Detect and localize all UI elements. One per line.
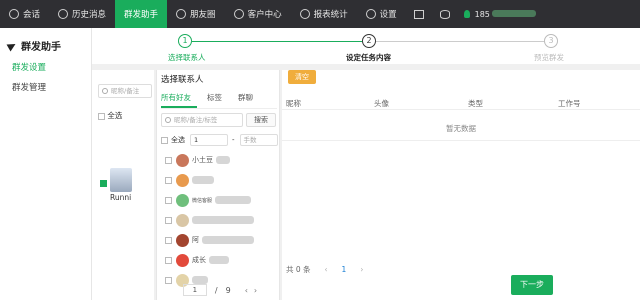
chooser-tabs: 所有好友 标签 群聊 bbox=[161, 92, 277, 109]
prev-page-icon[interactable]: ‹ bbox=[325, 265, 328, 274]
table-header: 昵称 头像 类型 工作号 bbox=[282, 96, 640, 110]
bar-chart-icon bbox=[299, 9, 310, 19]
top-nav: 会话 历史消息 群发助手 朋友圈 客户中心 报表统计 设置 185 bbox=[0, 0, 640, 28]
account-icon bbox=[463, 10, 470, 18]
step-line-todo bbox=[376, 41, 544, 42]
range-row: 全选 1 - 手数 bbox=[161, 134, 279, 146]
tab-group-chats[interactable]: 群聊 bbox=[238, 92, 259, 108]
gear-icon bbox=[365, 9, 376, 19]
avatar bbox=[110, 168, 132, 192]
list-item[interactable]: 微信客服 bbox=[165, 190, 277, 210]
nav-item-moments[interactable]: 朋友圈 bbox=[167, 0, 225, 28]
list-item[interactable] bbox=[165, 210, 277, 230]
avatar bbox=[176, 213, 189, 227]
nav-item-customers[interactable]: 客户中心 bbox=[225, 0, 291, 28]
nav-item-mass-send[interactable]: 群发助手 bbox=[115, 0, 168, 28]
next-page-icon[interactable]: › bbox=[360, 265, 363, 274]
step-2-circle: 2 bbox=[362, 34, 376, 48]
page-number[interactable]: 1 bbox=[342, 265, 347, 274]
nav-item-history[interactable]: 历史消息 bbox=[49, 0, 115, 28]
nav-item-reports[interactable]: 报表统计 bbox=[291, 0, 357, 28]
nav-item-chat[interactable]: 会话 bbox=[0, 0, 49, 28]
step-1-circle: 1 bbox=[178, 34, 192, 48]
avatar bbox=[176, 253, 189, 267]
step-3-circle: 3 bbox=[544, 34, 558, 48]
clear-button[interactable]: 清空 bbox=[288, 70, 316, 84]
sidebar-item-mass-settings[interactable]: 群发设置 bbox=[0, 53, 91, 73]
sidebar: 群发助手 群发设置 群发管理 bbox=[0, 28, 92, 300]
total-count: 共 0 条 bbox=[286, 265, 311, 274]
contact-list: 小土豆 微信客服 阿 成长 bbox=[165, 150, 277, 290]
next-page-icon[interactable]: › bbox=[254, 286, 257, 295]
main-area: 1 选择联系人 2 设定任务内容 3 预览群发 昵称/备注 全选 Runni 选… bbox=[92, 28, 640, 300]
group-search-input[interactable]: 昵称/备注 bbox=[98, 84, 152, 98]
list-item[interactable] bbox=[165, 170, 277, 190]
account-name[interactable]: 185 bbox=[475, 9, 536, 19]
list-item[interactable]: 小土豆 bbox=[165, 150, 277, 170]
step-2-label: 设定任务内容 bbox=[346, 53, 391, 62]
page-input[interactable]: 1 bbox=[182, 284, 207, 296]
sidebar-title: 群发助手 bbox=[0, 28, 91, 53]
step-1-label: 选择联系人 bbox=[168, 53, 206, 62]
chooser-pager: 1 / 9 ‹ › bbox=[161, 284, 279, 296]
database-icon[interactable] bbox=[439, 9, 450, 19]
avatar bbox=[176, 153, 189, 167]
range-from-input[interactable]: 1 bbox=[190, 134, 228, 146]
search-button[interactable]: 搜索 bbox=[246, 113, 276, 127]
list-item[interactable]: 成长 bbox=[165, 250, 277, 270]
table-pager: 共 0 条 ‹ 1 › bbox=[286, 264, 363, 275]
tab-all-friends[interactable]: 所有好友 bbox=[161, 92, 197, 108]
select-all-checkbox[interactable] bbox=[161, 136, 168, 144]
sidebar-item-mass-management[interactable]: 群发管理 bbox=[0, 73, 91, 93]
avatar bbox=[176, 193, 189, 207]
nav-item-settings[interactable]: 设置 bbox=[357, 0, 406, 28]
step-line-done bbox=[192, 41, 362, 42]
search-icon bbox=[102, 88, 108, 94]
user-icon bbox=[233, 9, 244, 19]
select-all-checkbox[interactable] bbox=[98, 112, 105, 120]
group-select-all[interactable]: 全选 bbox=[98, 110, 122, 121]
search-icon bbox=[165, 117, 171, 123]
list-item[interactable]: 阿 bbox=[165, 230, 277, 250]
step-3-label: 预览群发 bbox=[534, 53, 564, 62]
book-icon[interactable] bbox=[413, 9, 424, 19]
contact-chooser: 选择联系人 所有好友 标签 群聊 昵称/备注/标签 搜索 全选 1 - 手数 小… bbox=[156, 70, 280, 300]
tab-tags[interactable]: 标签 bbox=[207, 92, 228, 108]
chat-icon bbox=[9, 9, 19, 19]
range-to-input[interactable]: 手数 bbox=[239, 134, 278, 146]
group-checkbox[interactable] bbox=[100, 180, 107, 187]
chooser-title: 选择联系人 bbox=[161, 75, 204, 85]
next-step-button[interactable]: 下一步 bbox=[511, 275, 553, 295]
avatar bbox=[176, 233, 189, 247]
contact-search-input[interactable]: 昵称/备注/标签 bbox=[161, 113, 243, 127]
group-name: Runni bbox=[110, 193, 132, 202]
step-progress: 1 选择联系人 2 设定任务内容 3 预览群发 bbox=[92, 28, 640, 64]
prev-page-icon[interactable]: ‹ bbox=[245, 286, 248, 295]
empty-state: 暂无数据 bbox=[446, 124, 476, 133]
divider bbox=[282, 140, 640, 141]
clock-icon bbox=[58, 9, 69, 19]
paper-plane-icon bbox=[6, 40, 18, 51]
camera-icon bbox=[176, 9, 187, 19]
blurred-phone bbox=[491, 9, 536, 17]
avatar bbox=[176, 173, 189, 187]
group-column: 昵称/备注 全选 Runni bbox=[92, 70, 154, 300]
